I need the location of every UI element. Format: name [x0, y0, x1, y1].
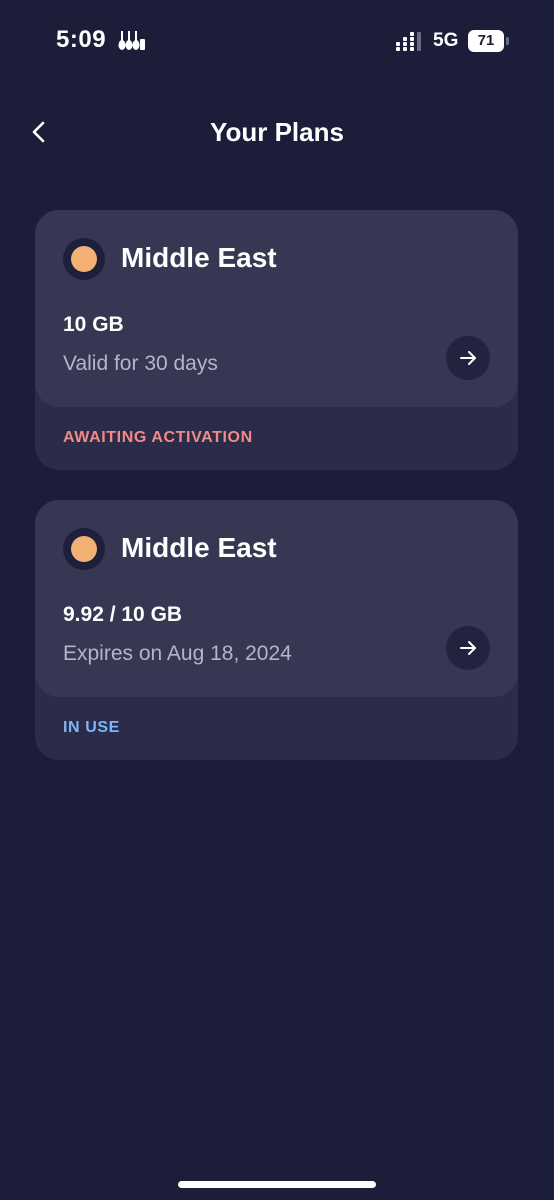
plan-data-amount: 10 GB [63, 313, 124, 336]
arrow-right-icon [460, 641, 476, 655]
battery-cap [506, 37, 509, 45]
battery-icon: 71 [468, 30, 510, 52]
plan-card[interactable]: Middle East 9.92 / 10 GB Expires on Aug … [35, 500, 518, 760]
plan-arrow-button[interactable] [446, 336, 490, 380]
page-title: Your Plans [210, 117, 344, 147]
battery-level: 71 [468, 30, 504, 52]
region-name: Middle East [121, 532, 277, 563]
region-icon [63, 528, 105, 570]
plan-status-badge: IN USE [63, 719, 120, 736]
plan-validity: Valid for 30 days [63, 352, 218, 375]
home-indicator[interactable] [178, 1181, 376, 1188]
plan-expiry: Expires on Aug 18, 2024 [63, 642, 292, 665]
plan-status-badge: AWAITING ACTIVATION [63, 429, 253, 446]
plan-arrow-button[interactable] [446, 626, 490, 670]
status-bar: 5:09 5G 71 [0, 0, 554, 84]
signal-bars-icon [396, 31, 424, 51]
guitars-icon [118, 30, 146, 52]
network-type: 5G [433, 30, 459, 51]
region-dot [71, 536, 97, 562]
plan-card[interactable]: Middle East 10 GB Valid for 30 days AWAI… [35, 210, 518, 470]
header: Your Plans [0, 100, 554, 164]
plan-card-details[interactable]: Middle East 10 GB Valid for 30 days [35, 210, 518, 407]
region-icon [63, 238, 105, 280]
region-name: Middle East [121, 242, 277, 273]
status-time: 5:09 [56, 26, 107, 53]
region-dot [71, 246, 97, 272]
plan-card-details[interactable]: Middle East 9.92 / 10 GB Expires on Aug … [35, 500, 518, 697]
arrow-right-icon [460, 351, 476, 365]
plan-data-usage: 9.92 / 10 GB [63, 603, 183, 626]
